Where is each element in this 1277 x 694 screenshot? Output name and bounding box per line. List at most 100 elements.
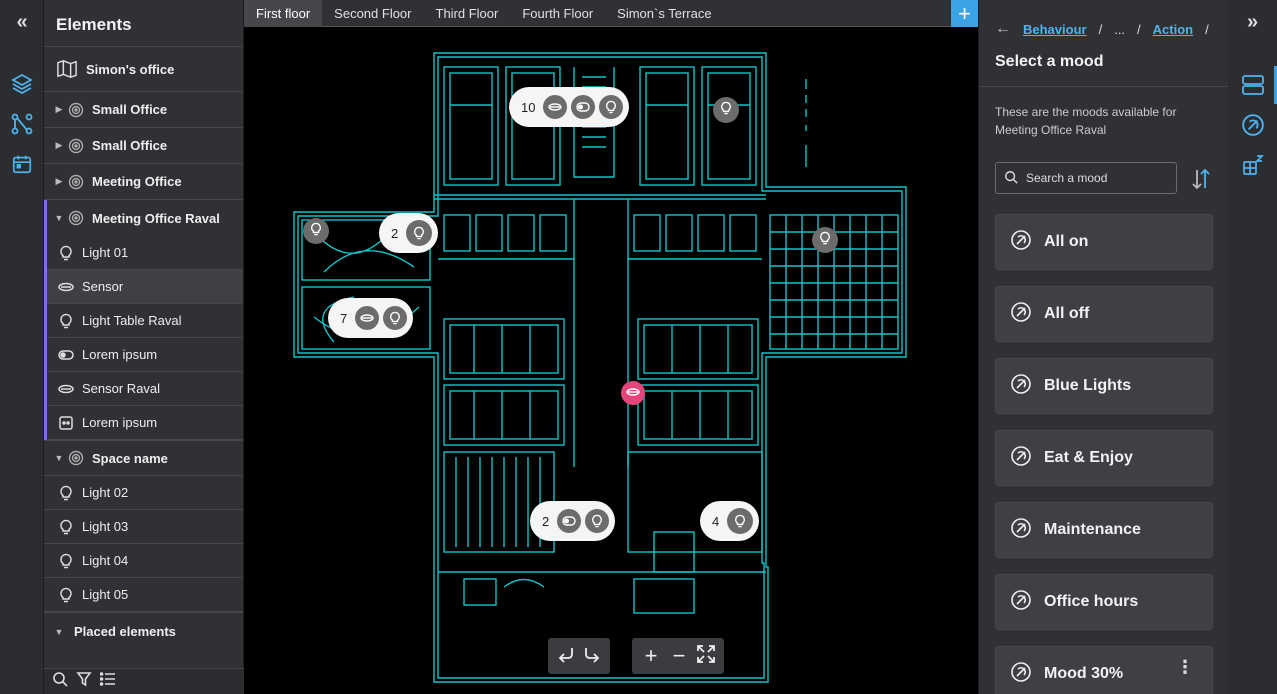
bulb-icon bbox=[310, 222, 322, 241]
bulb-icon bbox=[406, 220, 433, 246]
search-icon[interactable] bbox=[52, 671, 68, 692]
caret-down-icon[interactable]: ▼ bbox=[52, 213, 66, 223]
add-floor-button[interactable]: + bbox=[951, 0, 978, 27]
breadcrumb-separator: / bbox=[1205, 21, 1209, 37]
mood-label: All on bbox=[1044, 233, 1089, 250]
breadcrumb-separator: / bbox=[1098, 21, 1103, 37]
mood-icon[interactable] bbox=[1228, 106, 1277, 144]
caret-right-icon[interactable]: ▶ bbox=[52, 104, 66, 115]
cluster-marker[interactable]: 4 bbox=[700, 501, 760, 541]
group-highlight-bar bbox=[44, 200, 47, 440]
tab-second-floor[interactable]: Second Floor bbox=[322, 0, 423, 27]
tree-item-meeting-office-raval[interactable]: ▼ Meeting Office Raval bbox=[44, 200, 243, 236]
selected-sensor-marker[interactable] bbox=[621, 381, 645, 405]
zoom-in-button[interactable]: + bbox=[640, 643, 662, 669]
breadcrumb: ← Behaviour / ... / Action / bbox=[995, 20, 1209, 38]
tree-item-light-03[interactable]: Light 03 bbox=[44, 510, 243, 544]
zoom-out-button[interactable]: − bbox=[668, 643, 690, 669]
expand-panel-button[interactable]: » bbox=[1228, 0, 1277, 44]
tab-fourth-floor[interactable]: Fourth Floor bbox=[510, 0, 605, 27]
tree-item-small-office-1[interactable]: ▶ Small Office bbox=[44, 92, 243, 128]
caret-right-icon[interactable]: ▶ bbox=[52, 176, 66, 187]
right-rail: » bbox=[1228, 0, 1277, 694]
bulb-icon bbox=[383, 306, 408, 330]
zoom-controls: + − bbox=[632, 638, 724, 674]
cluster-marker[interactable]: 10 bbox=[509, 87, 630, 127]
sort-icon[interactable] bbox=[1189, 166, 1213, 192]
more-options-icon[interactable]: ⋮ bbox=[1176, 658, 1194, 676]
tab-first-floor[interactable]: First floor bbox=[244, 0, 323, 27]
panel-description: These are the moods available for Meetin… bbox=[995, 105, 1177, 137]
calendar-icon[interactable] bbox=[0, 144, 44, 184]
mood-item-office-hours[interactable]: Office hours bbox=[995, 574, 1213, 630]
tree-item-space-name[interactable]: ▼ Space name bbox=[44, 440, 243, 476]
sensor-icon bbox=[355, 306, 380, 330]
caret-down-icon[interactable]: ▼ bbox=[52, 627, 66, 637]
sensor-icon bbox=[58, 381, 74, 397]
cluster-count: 4 bbox=[712, 513, 720, 529]
tree-item-light-02[interactable]: Light 02 bbox=[44, 476, 243, 510]
tree-item-sensor[interactable]: Sensor bbox=[44, 270, 243, 304]
tree-item-label: Small Office bbox=[92, 138, 168, 153]
back-arrow-icon[interactable]: ← bbox=[995, 20, 1011, 38]
breadcrumb-separator: / bbox=[1137, 21, 1141, 37]
mood-item-maintenance[interactable]: Maintenance bbox=[995, 502, 1213, 558]
layers-icon[interactable] bbox=[0, 64, 44, 104]
mood-label: Blue Lights bbox=[1044, 377, 1132, 394]
root-space-row[interactable]: Simon's office bbox=[44, 46, 243, 92]
mood-item-all-on[interactable]: All on bbox=[995, 214, 1213, 270]
undo-icon[interactable] bbox=[556, 644, 576, 669]
collapse-panel-button[interactable]: « bbox=[0, 0, 44, 44]
tree-item-light-04[interactable]: Light 04 bbox=[44, 544, 243, 578]
breadcrumb-behaviour[interactable]: Behaviour bbox=[1023, 22, 1087, 37]
elements-toolbar bbox=[44, 668, 244, 694]
bulb-icon bbox=[58, 485, 74, 501]
mood-item-blue-lights[interactable]: Blue Lights bbox=[995, 358, 1213, 414]
space-icon bbox=[68, 450, 84, 466]
breadcrumb-action[interactable]: Action bbox=[1153, 22, 1193, 37]
filter-icon[interactable] bbox=[76, 671, 92, 692]
scenes-icon[interactable] bbox=[1228, 146, 1277, 184]
mood-icon bbox=[1010, 445, 1032, 472]
tree-item-lorem-ipsum-1[interactable]: Lorem ipsum bbox=[44, 338, 243, 372]
mood-icon bbox=[1010, 229, 1032, 256]
light-marker[interactable] bbox=[713, 97, 739, 123]
tree-item-light-05[interactable]: Light 05 bbox=[44, 578, 243, 612]
tree-item-label: Light 05 bbox=[82, 587, 129, 602]
light-marker[interactable] bbox=[812, 227, 838, 253]
floor-plan-map[interactable]: 10 2 7 2 4 + − bbox=[244, 27, 978, 694]
cluster-marker[interactable]: 2 bbox=[379, 213, 439, 253]
tree-item-small-office-2[interactable]: ▶ Small Office bbox=[44, 128, 243, 164]
panels-icon[interactable] bbox=[1228, 66, 1277, 104]
redo-icon[interactable] bbox=[582, 644, 602, 669]
tree-item-light-table-raval[interactable]: Light Table Raval bbox=[44, 304, 243, 338]
caret-down-icon[interactable]: ▼ bbox=[52, 453, 66, 463]
tree-item-placed-elements[interactable]: ▼ Placed elements bbox=[44, 612, 243, 650]
mood-item-all-off[interactable]: All off bbox=[995, 286, 1213, 342]
mood-item-mood-30[interactable]: Mood 30% ⋮ bbox=[995, 646, 1213, 694]
tree-item-light-01[interactable]: Light 01 bbox=[44, 236, 243, 270]
switch-icon bbox=[571, 95, 596, 119]
cluster-marker[interactable]: 7 bbox=[328, 298, 414, 338]
breadcrumb-ellipsis[interactable]: ... bbox=[1114, 22, 1125, 37]
fit-screen-icon[interactable] bbox=[696, 644, 716, 669]
search-placeholder: Search a mood bbox=[1026, 171, 1108, 185]
tree-item-meeting-office[interactable]: ▶ Meeting Office bbox=[44, 164, 243, 200]
space-icon bbox=[68, 102, 84, 118]
light-marker[interactable] bbox=[303, 218, 329, 244]
bulb-icon bbox=[599, 95, 624, 119]
tree-item-lorem-ipsum-2[interactable]: Lorem ipsum bbox=[44, 406, 243, 440]
search-icon bbox=[1004, 170, 1018, 187]
tab-third-floor[interactable]: Third Floor bbox=[424, 0, 511, 27]
cluster-count: 10 bbox=[521, 99, 536, 115]
tab-simons-terrace[interactable]: Simon`s Terrace bbox=[605, 0, 723, 27]
list-icon[interactable] bbox=[99, 672, 116, 691]
mood-item-eat-enjoy[interactable]: Eat & Enjoy bbox=[995, 430, 1213, 486]
flow-icon[interactable] bbox=[0, 104, 44, 144]
mood-search-input[interactable]: Search a mood bbox=[995, 162, 1177, 194]
sensor-icon bbox=[543, 95, 568, 119]
cluster-marker[interactable]: 2 bbox=[530, 501, 616, 541]
caret-right-icon[interactable]: ▶ bbox=[52, 140, 66, 151]
tree-item-sensor-raval[interactable]: Sensor Raval bbox=[44, 372, 243, 406]
tree-item-label: Sensor Raval bbox=[82, 381, 161, 396]
